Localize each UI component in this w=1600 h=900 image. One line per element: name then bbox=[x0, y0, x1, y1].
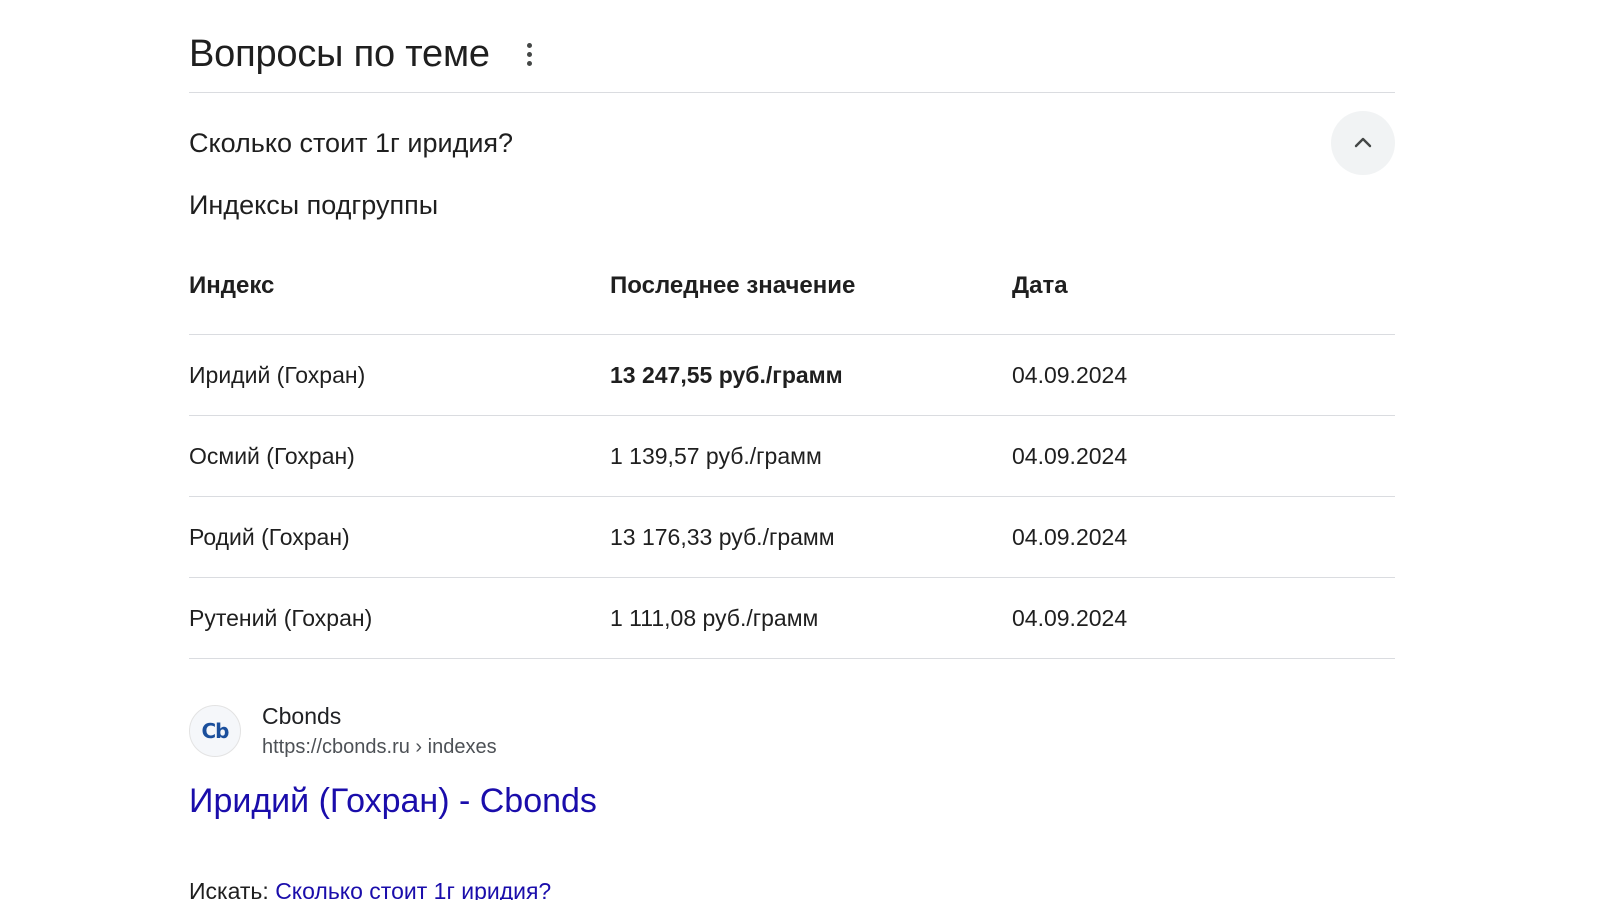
related-questions-panel: Вопросы по теме Сколько стоит 1г иридия?… bbox=[189, 0, 1395, 900]
table-header-cell: Индекс bbox=[189, 272, 275, 299]
table-header-cell: Дата bbox=[1012, 272, 1068, 299]
table-header-cell: Последнее значение bbox=[610, 272, 856, 299]
table-cell-value: 1 111,08 руб./грамм bbox=[610, 604, 819, 631]
index-table: Индекс Последнее значение Дата Иридий (Г… bbox=[189, 250, 1395, 659]
table-row: Осмий (Гохран) 1 139,57 руб./грамм 04.09… bbox=[189, 416, 1395, 497]
table-cell-value: 13 176,33 руб./грамм bbox=[610, 523, 835, 550]
result-title-link[interactable]: Иридий (Гохран) - Cbonds bbox=[189, 782, 597, 821]
question-text: Сколько стоит 1г иридия? bbox=[189, 127, 514, 158]
table-cell-value: 13 247,55 руб./грамм bbox=[610, 361, 843, 388]
table-cell-value: 1 139,57 руб./грамм bbox=[610, 442, 822, 469]
header-divider bbox=[189, 92, 1395, 93]
more-options-button[interactable] bbox=[520, 34, 540, 74]
collapse-button[interactable] bbox=[1331, 111, 1395, 175]
table-cell-date: 04.09.2024 bbox=[1012, 442, 1128, 469]
cbonds-favicon-icon: Cb bbox=[189, 705, 241, 757]
source-name[interactable]: Cbonds bbox=[262, 700, 497, 732]
more-vert-icon bbox=[527, 42, 533, 48]
table-row: Иридий (Гохран) 13 247,55 руб./грамм 04.… bbox=[189, 335, 1395, 416]
source-text: Cbonds https://cbonds.ru › indexes bbox=[262, 700, 497, 762]
search-label: Искать: bbox=[189, 878, 269, 900]
section-title: Вопросы по теме bbox=[189, 32, 490, 75]
section-header: Вопросы по теме bbox=[189, 28, 540, 80]
table-header-row: Индекс Последнее значение Дата bbox=[189, 250, 1395, 335]
table-row: Родий (Гохран) 13 176,33 руб./грамм 04.0… bbox=[189, 497, 1395, 578]
table-cell-index: Родий (Гохран) bbox=[189, 523, 350, 550]
table-cell-index: Иридий (Гохран) bbox=[189, 361, 366, 388]
search-suggestion: Искать: Сколько стоит 1г иридия? bbox=[189, 878, 551, 900]
table-cell-date: 04.09.2024 bbox=[1012, 604, 1128, 631]
table-cell-date: 04.09.2024 bbox=[1012, 523, 1128, 550]
more-vert-icon-dot bbox=[527, 51, 533, 57]
answer-subheading: Индексы подгруппы bbox=[189, 190, 439, 220]
question-expander[interactable]: Сколько стоит 1г иридия? bbox=[189, 110, 1395, 176]
source-url[interactable]: https://cbonds.ru › indexes bbox=[262, 732, 497, 762]
table-cell-date: 04.09.2024 bbox=[1012, 361, 1128, 388]
source-attribution[interactable]: Cb Cbonds https://cbonds.ru › indexes bbox=[189, 700, 497, 762]
search-query-link[interactable]: Сколько стоит 1г иридия? bbox=[275, 878, 551, 900]
more-vert-icon-dot bbox=[527, 60, 533, 66]
table-cell-index: Осмий (Гохран) bbox=[189, 442, 355, 469]
table-row: Рутений (Гохран) 1 111,08 руб./грамм 04.… bbox=[189, 578, 1395, 659]
chevron-up-icon bbox=[1354, 137, 1372, 148]
table-cell-index: Рутений (Гохран) bbox=[189, 604, 373, 631]
